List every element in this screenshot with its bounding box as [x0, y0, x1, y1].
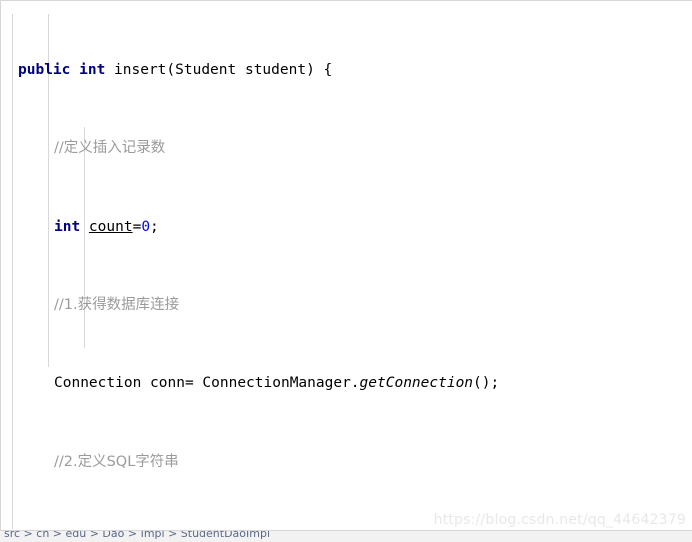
token-semicolon: ;: [150, 218, 159, 235]
token-connection-decl: Connection conn= ConnectionManager.: [54, 375, 360, 392]
code-line-4[interactable]: //1.获得数据库连接: [0, 296, 692, 316]
token-method-signature: insert(Student student) {: [114, 61, 333, 78]
code-line-3[interactable]: int count=0;: [0, 218, 692, 238]
editor-top-border: [0, 0, 692, 1]
token-call-close: ();: [473, 375, 500, 392]
breadcrumb-path[interactable]: src > cn > edu > Dao > Impl > StudentDao…: [4, 531, 270, 540]
token-comment: //2.定义SQL字符串: [54, 453, 179, 470]
code-line-2[interactable]: //定义插入记录数: [0, 139, 692, 159]
code-editor-viewport[interactable]: public int insert(Student student) { //定…: [0, 0, 692, 542]
token-field-count: count: [88, 218, 133, 235]
code-line-6[interactable]: //2.定义SQL字符串: [0, 453, 692, 473]
token-keyword-public-int: public int: [18, 61, 115, 78]
token-keyword-int: int: [54, 218, 89, 235]
token-comment: //1.获得数据库连接: [54, 296, 180, 313]
breadcrumb-bar[interactable]: src > cn > edu > Dao > Impl > StudentDao…: [0, 530, 692, 542]
token-comment: //定义插入记录数: [54, 140, 166, 157]
code-line-1[interactable]: public int insert(Student student) {: [0, 61, 692, 81]
token-static-method-getConnection: getConnection: [359, 375, 474, 392]
code-line-5[interactable]: Connection conn= ConnectionManager.getCo…: [0, 374, 692, 394]
token-assign: =: [132, 218, 142, 235]
code-content[interactable]: public int insert(Student student) { //定…: [0, 2, 692, 542]
token-number-zero: 0: [141, 218, 151, 235]
